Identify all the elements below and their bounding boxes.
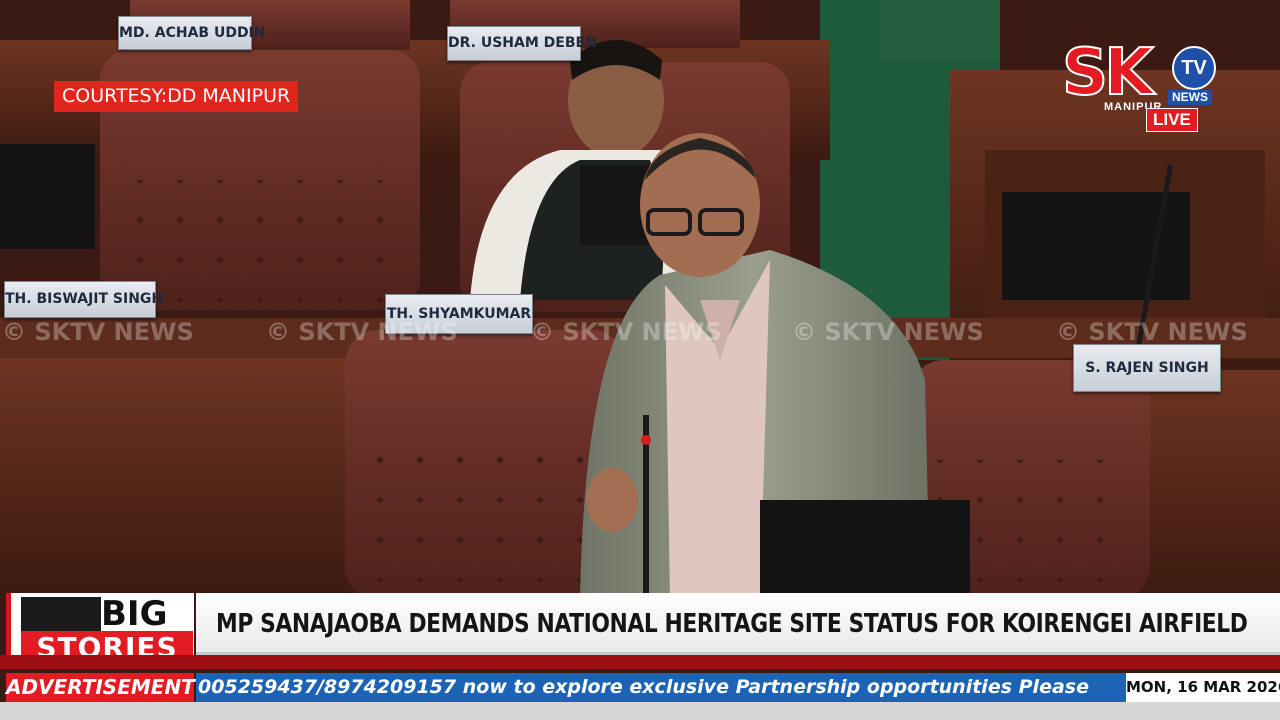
logo-news-tag: NEWS (1168, 90, 1212, 105)
news-ticker: 005259437/8974209157 now to explore excl… (196, 673, 1126, 702)
banner-bottom-edge (0, 702, 1280, 720)
headline-text: MP SANAJAOBA DEMANDS NATIONAL HERITAGE S… (216, 609, 1248, 639)
divider-strip (0, 655, 1280, 669)
watermark-4: © SKTV NEWS (792, 318, 984, 346)
advertisement-label: ADVERTISEMENT (6, 673, 195, 702)
nameplate-achab-uddin: MD. ACHAB UDDIN (118, 16, 266, 50)
courtesy-caption: COURTESY:DD MANIPUR (54, 81, 299, 112)
watermark-5: © SKTV NEWS (1056, 318, 1248, 346)
watermark-3: © SKTV NEWS (530, 318, 722, 346)
nameplate-usham-deben: DR. USHAM DEBEN (447, 26, 597, 61)
nameplate-rajen-singh: S. RAJEN SINGH (1073, 344, 1221, 392)
date-stamp: MON, 16 MAR 2026 (1126, 673, 1280, 702)
watermark-2: © SKTV NEWS (266, 318, 458, 346)
watermark-1: © SKTV NEWS (2, 318, 194, 346)
sktv-logo: SK TV NEWS MANIPUR LIVE (1061, 36, 1218, 138)
logo-tv-badge: TV (1172, 46, 1216, 90)
big-label-block (21, 597, 101, 631)
live-badge: LIVE (1146, 108, 1198, 132)
headline-bar: MP SANAJAOBA DEMANDS NATIONAL HERITAGE S… (196, 593, 1280, 655)
nameplate-biswajit-singh: TH. BISWAJIT SINGH (4, 281, 163, 318)
big-label-text: BIG (101, 594, 168, 634)
lower-third-banner: BIG STORIES MP SANAJAOBA DEMANDS NATIONA… (0, 593, 1280, 720)
logo-letters: SK (1061, 36, 1155, 110)
ticker-text: 005259437/8974209157 now to explore excl… (198, 676, 1089, 698)
